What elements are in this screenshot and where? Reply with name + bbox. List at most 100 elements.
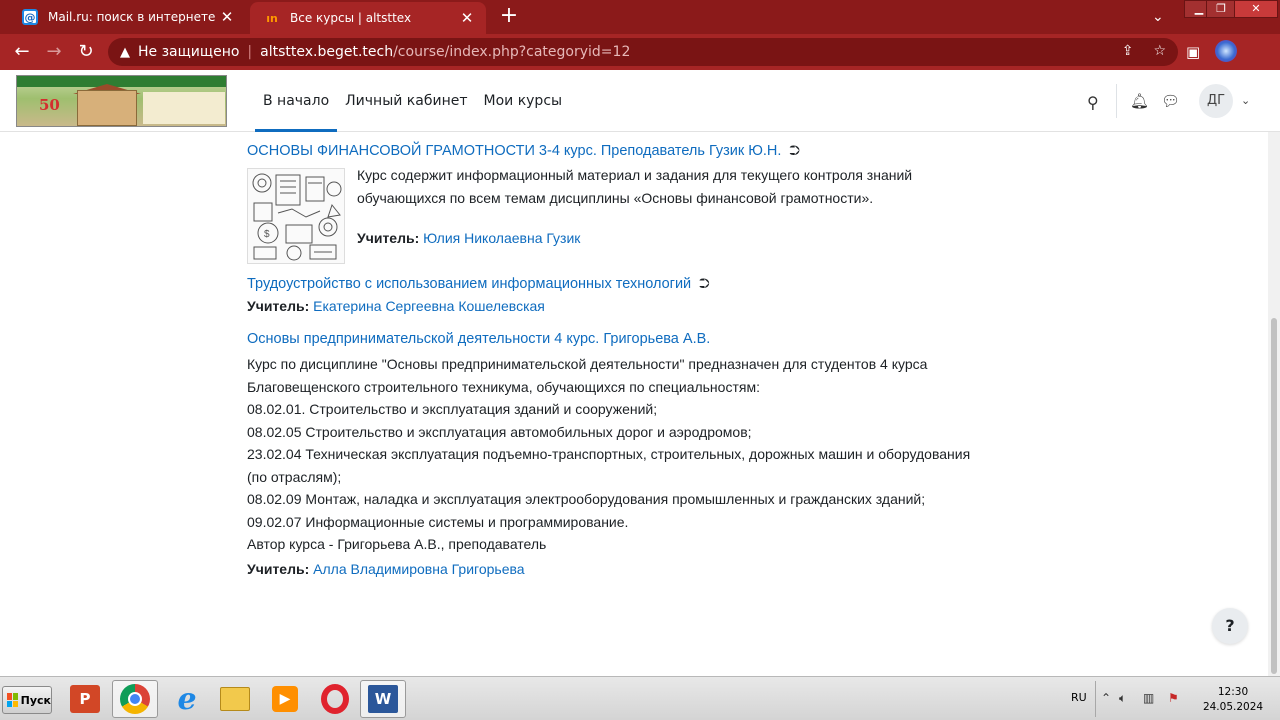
volume-icon[interactable]: 🔈︎: [1119, 691, 1126, 706]
url-path[interactable]: /course/index.php?categoryid=12: [393, 44, 630, 60]
summary-line: Автор курса - Григорьева А.В., преподава…: [247, 536, 547, 552]
teacher-link[interactable]: Юлия Николаевна Гузик: [423, 230, 580, 246]
sign-in-icon[interactable]: ⮊: [699, 275, 710, 291]
action-center-icon[interactable]: ⚑: [1168, 691, 1179, 705]
course-teacher: Учитель: Екатерина Сергеевна Кошелевская: [247, 298, 1027, 314]
file-manager-icon: [220, 687, 250, 711]
teacher-label: Учитель:: [247, 560, 310, 577]
clock-time: 12:30: [1217, 686, 1249, 698]
word-icon: W: [368, 685, 398, 713]
show-hidden-icons-icon[interactable]: ⌃: [1101, 691, 1111, 705]
back-arrow-icon[interactable]: ←: [10, 40, 34, 64]
course-item: Основы предпринимательской деятельности …: [247, 330, 1027, 577]
tab-title: Все курсы | altsttex: [290, 11, 412, 25]
close-window-button[interactable]: ✕: [1234, 0, 1278, 18]
powerpoint-icon: P: [70, 685, 100, 713]
course-summary: Курс по дисциплине "Основы предпринимате…: [247, 353, 1027, 556]
teacher-link[interactable]: Алла Владимировна Григорьева: [313, 561, 524, 577]
browser-tab-altsttex[interactable]: ın Все курсы | altsttex ✕: [250, 2, 486, 34]
scrollbar-thumb[interactable]: [1271, 318, 1277, 674]
logo-anniversary-number: 50: [39, 96, 60, 114]
chevron-down-icon[interactable]: ⌄: [1241, 94, 1250, 107]
messages-chat-icon[interactable]: 💬︎: [1161, 92, 1180, 110]
teacher-label: Учитель:: [247, 298, 310, 314]
reload-icon[interactable]: ↻: [74, 40, 98, 64]
share-icon[interactable]: ⇪: [1122, 43, 1134, 59]
summary-line: 08.02.05 Строительство и эксплуатация ав…: [247, 423, 752, 440]
taskbar-media-player[interactable]: ▶: [262, 680, 308, 718]
language-indicator[interactable]: RU: [1071, 691, 1087, 704]
course-item: Трудоустройство с использованием информа…: [247, 275, 1027, 314]
altsttex-icon: ın: [266, 11, 278, 25]
nav-my-courses-link[interactable]: Мои курсы: [476, 70, 571, 132]
course-teacher: Учитель: Юлия Николаевна Гузик: [357, 230, 580, 246]
start-label: Пуск: [20, 693, 51, 707]
mailru-at-icon: @: [22, 9, 38, 25]
system-clock[interactable]: 12:30 24.05.2024: [1198, 685, 1268, 715]
address-divider: |: [247, 44, 253, 60]
restore-window-button[interactable]: ❐: [1206, 0, 1236, 18]
address-bar[interactable]: ▲ Не защищено | altsttex.beget.tech/cour…: [108, 38, 1178, 66]
windows-taskbar: Пуск P e ▶ W RU ⌃ 🔈︎ ▥ ⚑ 12:30 24.05.202…: [0, 676, 1280, 720]
taskbar-chrome[interactable]: [112, 680, 158, 718]
site-navbar: 50 В начало Личный кабинет Мои курсы ⚲ 🔔…: [0, 70, 1280, 132]
taskbar-file-manager[interactable]: [212, 680, 258, 718]
opera-icon: [321, 684, 349, 714]
url-host[interactable]: altsttex.beget.tech: [260, 44, 393, 60]
summary-line: 08.02.01. Строительство и эксплуатация з…: [247, 401, 658, 417]
media-player-icon: ▶: [272, 686, 298, 712]
tab-search-chevron-icon[interactable]: ⌄: [1152, 9, 1164, 25]
taskbar-powerpoint[interactable]: P: [62, 680, 108, 718]
new-tab-button[interactable]: +: [498, 5, 520, 28]
teacher-label: Учитель:: [357, 230, 420, 246]
sign-in-icon[interactable]: ⮊: [789, 142, 800, 158]
course-title-link[interactable]: Основы предпринимательской деятельности …: [247, 331, 710, 347]
internet-explorer-icon: e: [177, 681, 197, 717]
course-image[interactable]: $: [247, 168, 345, 264]
tab-title: Mail.ru: поиск в интернете: [48, 10, 216, 24]
help-button[interactable]: ?: [1212, 608, 1248, 644]
summary-line: (по отраслям);: [247, 468, 342, 485]
primary-navigation: В начало Личный кабинет Мои курсы: [255, 70, 570, 132]
taskbar-internet-explorer[interactable]: e: [164, 680, 210, 718]
side-panel-icon[interactable]: ▣: [1186, 43, 1200, 61]
summary-line: Курс по дисциплине "Основы предпринимате…: [247, 356, 928, 372]
close-icon[interactable]: ✕: [458, 9, 476, 27]
network-icon[interactable]: ▥: [1143, 691, 1154, 705]
summary-line: Курс содержит информационный материал и …: [357, 167, 913, 183]
course-title-link[interactable]: Трудоустройство с использованием информа…: [247, 276, 691, 292]
taskbar-word[interactable]: W: [360, 680, 406, 718]
nav-home-link[interactable]: В начало: [255, 70, 338, 132]
close-icon[interactable]: ✕: [218, 8, 236, 26]
course-teacher: Учитель: Алла Владимировна Григорьева: [247, 561, 1027, 577]
notifications-bell-icon[interactable]: 🔔︎: [1130, 92, 1149, 110]
windows-logo-icon: [7, 693, 18, 707]
course-list: ОСНОВЫ ФИНАНСОВОЙ ГРАМОТНОСТИ 3-4 курс. …: [0, 132, 1268, 676]
security-status[interactable]: Не защищено: [138, 44, 239, 60]
summary-line: обучающихся по всем темам дисциплины «Ос…: [357, 190, 874, 206]
user-avatar[interactable]: ДГ: [1199, 84, 1233, 118]
warning-triangle-icon[interactable]: ▲: [120, 45, 130, 60]
browser-toolbar: ← → ↻ ▲ Не защищено | altsttex.beget.tec…: [0, 34, 1280, 70]
browser-tab-mailru[interactable]: @ Mail.ru: поиск в интернете ✕: [8, 0, 246, 34]
search-icon[interactable]: ⚲: [1087, 93, 1099, 112]
browser-tab-strip: @ Mail.ru: поиск в интернете ✕ ın Все ку…: [0, 0, 1280, 34]
course-title-link[interactable]: ОСНОВЫ ФИНАНСОВОЙ ГРАМОТНОСТИ 3-4 курс. …: [247, 143, 781, 159]
summary-line: Благовещенского строительного техникума,…: [247, 378, 760, 395]
bookmark-star-icon[interactable]: ☆: [1153, 43, 1166, 59]
tray-divider: [1095, 681, 1096, 717]
navbar-divider: [1116, 84, 1117, 118]
page-scrollbar[interactable]: [1268, 132, 1280, 676]
chrome-icon: [120, 684, 150, 714]
forward-arrow-icon[interactable]: →: [42, 40, 66, 64]
summary-line: 08.02.09 Монтаж, наладка и эксплуатация …: [247, 491, 926, 507]
summary-line: 23.02.04 Техническая эксплуатация подъем…: [247, 446, 971, 462]
teacher-link[interactable]: Екатерина Сергеевна Кошелевская: [313, 298, 545, 314]
clock-date: 24.05.2024: [1202, 701, 1264, 713]
profile-avatar-icon[interactable]: [1215, 40, 1237, 62]
course-summary: Курс содержит информационный материал и …: [357, 164, 997, 210]
site-logo[interactable]: 50: [16, 75, 227, 127]
taskbar-opera[interactable]: [312, 680, 358, 718]
start-button[interactable]: Пуск: [2, 686, 52, 714]
nav-dashboard-link[interactable]: Личный кабинет: [337, 70, 475, 132]
